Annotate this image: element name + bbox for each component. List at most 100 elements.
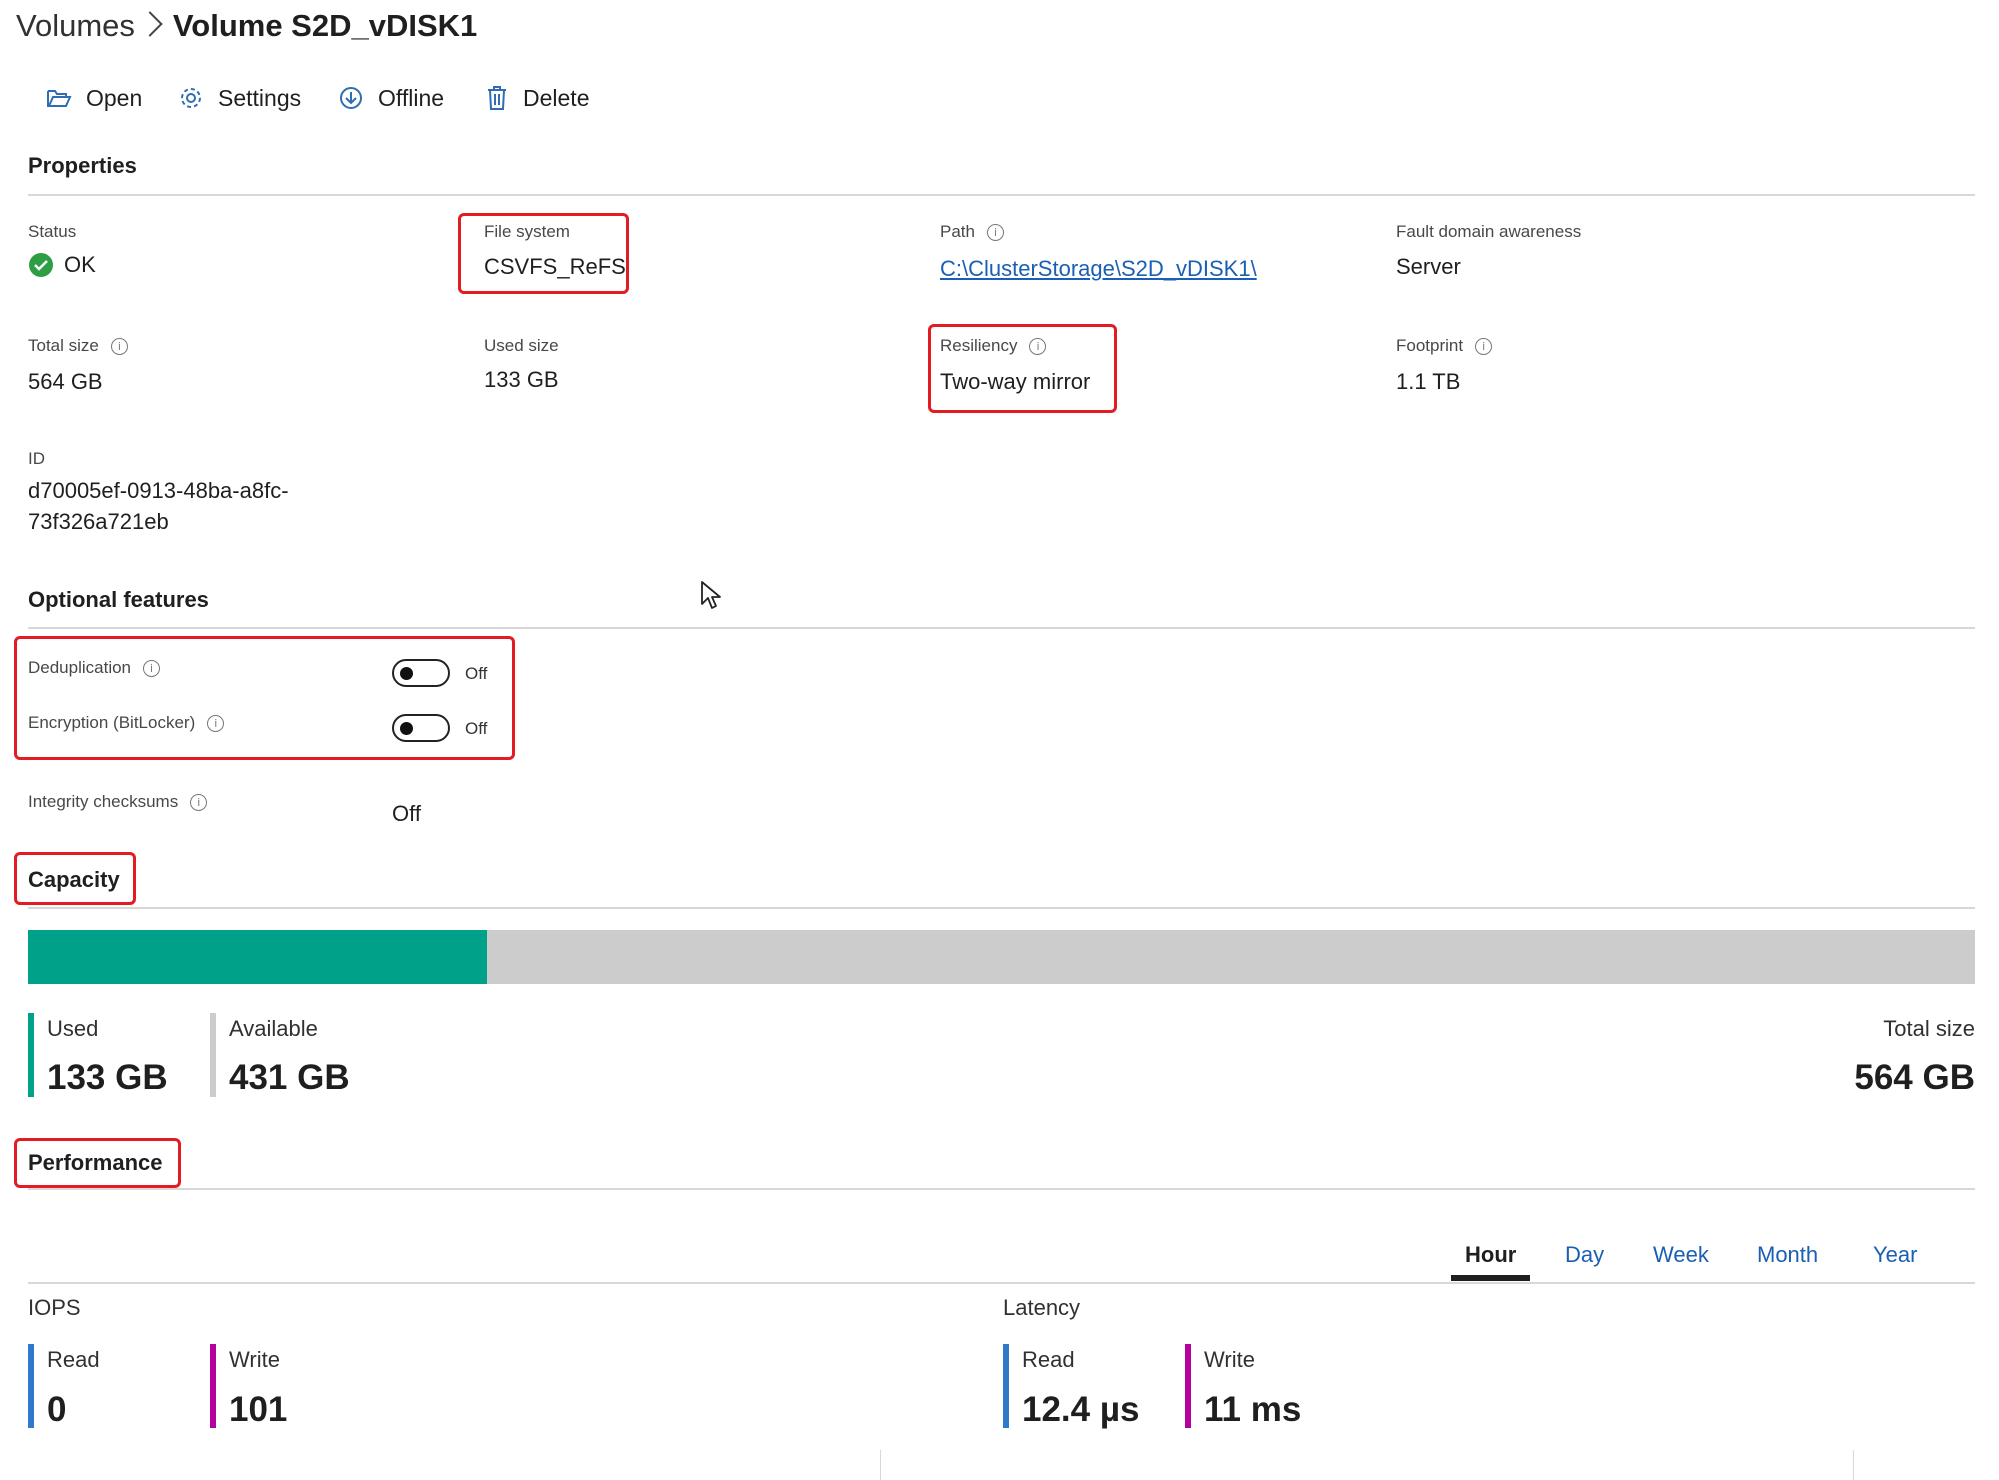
capacity-heading: Capacity — [28, 867, 120, 892]
performance-heading: Performance — [28, 1150, 163, 1175]
latency-write-label: Write — [1204, 1347, 1255, 1372]
check-circle-icon — [29, 253, 53, 277]
encryption-label-text: Encryption (BitLocker) — [28, 713, 196, 732]
latency-read-value: 12.4 µs — [1022, 1390, 1140, 1429]
deduplication-toggle[interactable] — [392, 659, 450, 687]
tabs-divider — [28, 1282, 1975, 1284]
offline-button[interactable]: Offline — [338, 80, 444, 116]
gear-icon — [181, 88, 201, 108]
used-size-label: Used size — [484, 336, 559, 355]
folder-open-icon — [47, 90, 72, 107]
iops-read-value: 0 — [47, 1390, 67, 1429]
id-value-line2: 73f326a721eb — [28, 509, 169, 534]
footprint-value: 1.1 TB — [1396, 369, 1461, 394]
status-text: OK — [64, 252, 96, 277]
latency-read-color-bar — [1003, 1344, 1009, 1428]
info-icon[interactable]: i — [1475, 337, 1493, 355]
info-icon[interactable]: i — [110, 337, 128, 355]
tab-year[interactable]: Year — [1873, 1242, 1917, 1268]
available-color-bar — [210, 1013, 216, 1097]
total-size-label: Total size i — [28, 336, 128, 356]
page-title: Volume S2D_vDISK1 — [172, 8, 478, 43]
used-value: 133 GB — [47, 1058, 168, 1097]
tab-day[interactable]: Day — [1565, 1242, 1604, 1268]
fault-domain-value: Server — [1396, 254, 1461, 279]
chart-divider — [880, 1450, 881, 1480]
performance-divider — [28, 1188, 1975, 1190]
arrow-down-circle-icon — [340, 87, 362, 109]
encryption-label: Encryption (BitLocker) i — [28, 713, 225, 733]
info-icon[interactable]: i — [143, 659, 161, 677]
open-button[interactable]: Open — [46, 80, 142, 116]
delete-button[interactable]: Delete — [485, 80, 589, 116]
breadcrumb-volumes-link[interactable]: Volumes — [16, 8, 135, 43]
iops-read-color-bar — [28, 1344, 34, 1428]
info-icon[interactable]: i — [207, 714, 225, 732]
status-label: Status — [28, 222, 77, 241]
deduplication-state: Off — [465, 664, 488, 683]
file-system-value: CSVFS_ReFS — [484, 254, 626, 279]
info-icon[interactable]: i — [1029, 337, 1047, 355]
encryption-toggle[interactable] — [392, 714, 450, 742]
integrity-label: Integrity checksums i — [28, 792, 208, 812]
file-system-label: File system — [484, 222, 570, 241]
available-label: Available — [229, 1016, 318, 1041]
latency-read-label: Read — [1022, 1347, 1075, 1372]
chevron-right-icon — [137, 11, 163, 37]
trash-icon — [488, 86, 506, 110]
optional-features-divider — [28, 627, 1975, 629]
total-size-value: 564 GB — [28, 369, 103, 394]
chart-divider — [1853, 1450, 1854, 1480]
integrity-state: Off — [392, 801, 421, 826]
toggle-knob — [400, 667, 413, 680]
resiliency-value: Two-way mirror — [940, 369, 1091, 394]
path-link[interactable]: C:\ClusterStorage\S2D_vDISK1\ — [940, 256, 1257, 282]
optional-features-heading: Optional features — [28, 587, 209, 612]
used-color-bar — [28, 1013, 34, 1097]
info-icon[interactable]: i — [190, 793, 208, 811]
resiliency-label-text: Resiliency — [940, 336, 1018, 355]
properties-divider — [28, 194, 1975, 196]
id-label: ID — [28, 449, 45, 468]
total-size-big-value: 564 GB — [1854, 1058, 1975, 1097]
fault-domain-label: Fault domain awareness — [1396, 222, 1582, 241]
footprint-label: Footprint i — [1396, 336, 1493, 356]
capacity-divider — [28, 907, 1975, 909]
latency-title: Latency — [1003, 1295, 1081, 1320]
tab-month[interactable]: Month — [1757, 1242, 1818, 1268]
capacity-bar — [28, 930, 1975, 984]
settings-button[interactable]: Settings — [178, 80, 301, 116]
resiliency-label: Resiliency i — [940, 336, 1047, 356]
available-value: 431 GB — [229, 1058, 350, 1097]
id-value-line1: d70005ef-0913-48ba-a8fc- — [28, 478, 289, 503]
deduplication-label-text: Deduplication — [28, 658, 132, 677]
used-size-value: 133 GB — [484, 367, 559, 392]
encryption-state: Off — [465, 719, 488, 738]
status-value: OK — [28, 252, 96, 278]
footprint-label-text: Footprint — [1396, 336, 1464, 355]
delete-label: Delete — [523, 84, 590, 111]
latency-write-color-bar — [1185, 1344, 1191, 1428]
integrity-label-text: Integrity checksums — [28, 792, 179, 811]
used-label: Used — [47, 1016, 99, 1041]
total-size-caption: Total size — [1883, 1016, 1975, 1041]
iops-write-value: 101 — [229, 1390, 288, 1429]
properties-heading: Properties — [28, 153, 137, 178]
info-icon[interactable]: i — [986, 223, 1004, 241]
breadcrumb: Volumes Volume S2D_vDISK1 — [16, 6, 477, 46]
active-tab-indicator — [1451, 1275, 1530, 1281]
iops-title: IOPS — [28, 1295, 81, 1320]
mouse-cursor-icon — [701, 581, 721, 609]
tab-hour[interactable]: Hour — [1465, 1242, 1516, 1268]
path-label-text: Path — [940, 222, 975, 241]
open-label: Open — [86, 84, 143, 111]
iops-write-color-bar — [210, 1344, 216, 1428]
offline-label: Offline — [378, 84, 445, 111]
iops-read-label: Read — [47, 1347, 100, 1372]
total-size-label-text: Total size — [28, 336, 99, 355]
path-label: Path i — [940, 222, 1004, 242]
deduplication-label: Deduplication i — [28, 658, 161, 678]
tab-week[interactable]: Week — [1653, 1242, 1709, 1268]
settings-label: Settings — [218, 84, 302, 111]
capacity-used-fill — [28, 930, 488, 984]
